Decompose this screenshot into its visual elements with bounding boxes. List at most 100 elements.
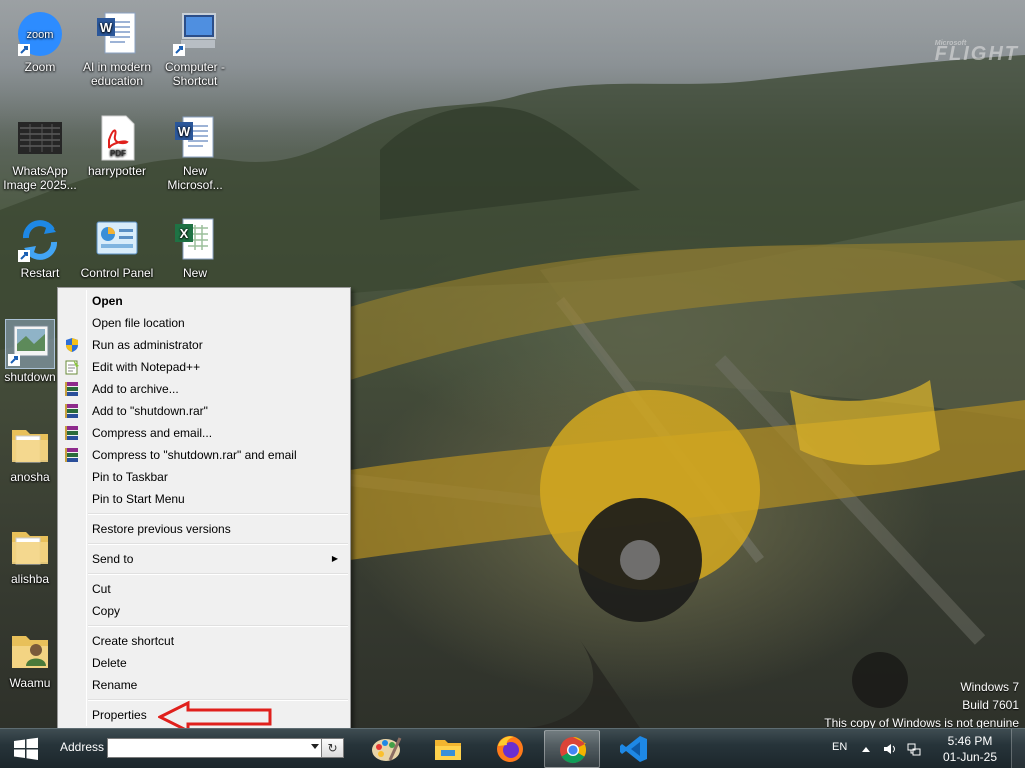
winrar-icon bbox=[64, 403, 80, 419]
desktop-icon-new-word-document[interactable]: W New Microsof... bbox=[155, 114, 235, 192]
desktop-icon-control-panel[interactable]: Control Panel bbox=[77, 216, 157, 280]
desktop-icon-label: Waamu bbox=[9, 676, 51, 690]
menu-item-open-file-location[interactable]: Open file location bbox=[60, 312, 348, 334]
desktop-icon-label: AI in modern education bbox=[82, 60, 152, 88]
address-refresh-button[interactable]: ↻ bbox=[322, 738, 344, 758]
submenu-arrow-icon: ▶ bbox=[331, 554, 338, 563]
svg-text:X: X bbox=[180, 226, 189, 241]
menu-item-label: Copy bbox=[92, 604, 121, 618]
menu-item-label: Compress to "shutdown.rar" and email bbox=[92, 448, 297, 462]
desktop-icon-new-excel-document[interactable]: X New Microsof... bbox=[155, 216, 235, 280]
desktop-icon-anosha[interactable]: anosha bbox=[0, 420, 60, 484]
menu-item-label: Properties bbox=[92, 708, 147, 722]
desktop-icon-harrypotter[interactable]: PDF harrypotter bbox=[77, 114, 157, 178]
menu-item-open[interactable]: Open bbox=[60, 290, 348, 312]
folder-icon bbox=[6, 522, 54, 570]
folder-icon bbox=[6, 420, 54, 468]
start-button[interactable] bbox=[6, 733, 46, 765]
user-folder-icon bbox=[6, 626, 54, 674]
chrome-icon bbox=[560, 736, 587, 764]
menu-item-label: Send to bbox=[92, 552, 134, 566]
menu-item-compress-to-rar-and-email[interactable]: Compress to "shutdown.rar" and email bbox=[60, 444, 348, 466]
desktop-icon-shutdown[interactable]: shutdown bbox=[0, 319, 60, 384]
taskbar-app-file-explorer[interactable] bbox=[420, 730, 476, 768]
word-doc-icon: W bbox=[171, 114, 219, 162]
menu-item-label: Add to "shutdown.rar" bbox=[92, 404, 208, 418]
restart-icon bbox=[16, 216, 64, 264]
flight-logo: Microsoft FLIGHT bbox=[935, 40, 1019, 66]
vscode-icon bbox=[620, 736, 647, 762]
desktop-icon-zoom[interactable]: zoom Zoom bbox=[0, 10, 80, 74]
desktop-icon-label: alishba bbox=[10, 572, 50, 586]
menu-item-label: Run as administrator bbox=[92, 338, 203, 352]
network-icon[interactable] bbox=[906, 741, 922, 757]
menu-separator bbox=[88, 513, 348, 515]
menu-item-add-to-archive[interactable]: Add to archive... bbox=[60, 378, 348, 400]
refresh-icon: ↻ bbox=[327, 741, 338, 755]
menu-item-delete[interactable]: Delete bbox=[60, 652, 348, 674]
menu-item-copy[interactable]: Copy bbox=[60, 600, 348, 622]
taskbar-app-vscode[interactable] bbox=[606, 730, 662, 768]
desktop-icon-whatsapp-image[interactable]: WhatsApp Image 2025... bbox=[0, 114, 80, 192]
desktop-icon-ai-in-modern-education[interactable]: W AI in modern education bbox=[77, 10, 157, 88]
menu-item-compress-and-email[interactable]: Compress and email... bbox=[60, 422, 348, 444]
watermark-line-3: This copy of Windows is not genuine bbox=[824, 716, 1019, 728]
svg-text:W: W bbox=[178, 124, 191, 139]
taskbar-app-paint[interactable] bbox=[358, 730, 414, 768]
paint-icon bbox=[372, 737, 402, 761]
desktop-icon-waamu[interactable]: Waamu bbox=[0, 626, 60, 690]
show-hidden-icons-icon[interactable] bbox=[858, 741, 874, 757]
control-panel-icon bbox=[93, 216, 141, 264]
dropdown-arrow-icon[interactable] bbox=[311, 744, 319, 749]
menu-item-add-to-shutdown-rar[interactable]: Add to "shutdown.rar" bbox=[60, 400, 348, 422]
winrar-icon bbox=[64, 425, 80, 441]
language-indicator[interactable]: EN bbox=[832, 741, 847, 753]
menu-item-label: Create shortcut bbox=[92, 634, 175, 648]
menu-item-label: Compress and email... bbox=[92, 426, 213, 440]
desktop-icon-label: Control Panel bbox=[80, 266, 154, 280]
desktop-icon-label: New Microsof... bbox=[182, 266, 207, 280]
pdf-icon: PDF bbox=[93, 114, 141, 162]
system-clock[interactable]: 5:46 PM 01-Jun-25 bbox=[935, 733, 1005, 765]
menu-item-label: Pin to Start Menu bbox=[92, 492, 185, 506]
shortcut-icon bbox=[5, 319, 55, 369]
menu-separator bbox=[88, 573, 348, 575]
menu-item-pin-to-start-menu[interactable]: Pin to Start Menu bbox=[60, 488, 348, 510]
excel-doc-icon: X bbox=[171, 216, 219, 264]
taskbar-app-firefox[interactable] bbox=[482, 730, 538, 768]
clock-date: 01-Jun-25 bbox=[942, 750, 998, 764]
desktop-icon-alishba[interactable]: alishba bbox=[0, 522, 60, 586]
show-desktop-button[interactable] bbox=[1011, 729, 1025, 768]
menu-item-run-as-administrator[interactable]: Run as administrator bbox=[60, 334, 348, 356]
clock-time: 5:46 PM bbox=[947, 734, 993, 748]
menu-item-rename[interactable]: Rename bbox=[60, 674, 348, 696]
volume-icon[interactable] bbox=[882, 741, 898, 757]
desktop-icon-computer-shortcut[interactable]: Computer - Shortcut bbox=[155, 10, 235, 88]
image-file-icon bbox=[16, 114, 64, 162]
shield-icon bbox=[64, 337, 80, 353]
watermark-line-2: Build 7601 bbox=[962, 698, 1019, 712]
zoom-icon: zoom bbox=[16, 10, 64, 58]
flight-logo-text: FLIGHT bbox=[934, 43, 1019, 65]
desktop-icon-label: WhatsApp Image 2025... bbox=[3, 164, 77, 192]
menu-item-cut[interactable]: Cut bbox=[60, 578, 348, 600]
svg-text:W: W bbox=[100, 20, 113, 35]
desktop-icon-label: New Microsof... bbox=[167, 164, 223, 192]
menu-item-create-shortcut[interactable]: Create shortcut bbox=[60, 630, 348, 652]
winrar-icon bbox=[64, 381, 80, 397]
svg-text:zoom: zoom bbox=[27, 29, 54, 41]
menu-item-label: Edit with Notepad++ bbox=[92, 360, 201, 374]
menu-item-label: Open file location bbox=[92, 316, 185, 330]
desktop-icon-label: anosha bbox=[10, 470, 50, 484]
context-menu: Open Open file location Run as administr… bbox=[57, 287, 351, 729]
address-input[interactable] bbox=[107, 738, 322, 758]
taskbar: Address ↻ EN 5:46 PM 01-Jun-25 bbox=[0, 728, 1025, 768]
menu-item-pin-to-taskbar[interactable]: Pin to Taskbar bbox=[60, 466, 348, 488]
menu-item-send-to[interactable]: Send to ▶ bbox=[60, 548, 348, 570]
desktop-icon-label: Zoom bbox=[24, 60, 56, 74]
taskbar-app-chrome[interactable] bbox=[544, 730, 600, 768]
file-explorer-icon bbox=[435, 740, 461, 760]
menu-item-edit-with-notepad-plus-plus[interactable]: Edit with Notepad++ bbox=[60, 356, 348, 378]
menu-item-restore-previous-versions[interactable]: Restore previous versions bbox=[60, 518, 348, 540]
desktop-icon-restart[interactable]: Restart bbox=[0, 216, 80, 280]
